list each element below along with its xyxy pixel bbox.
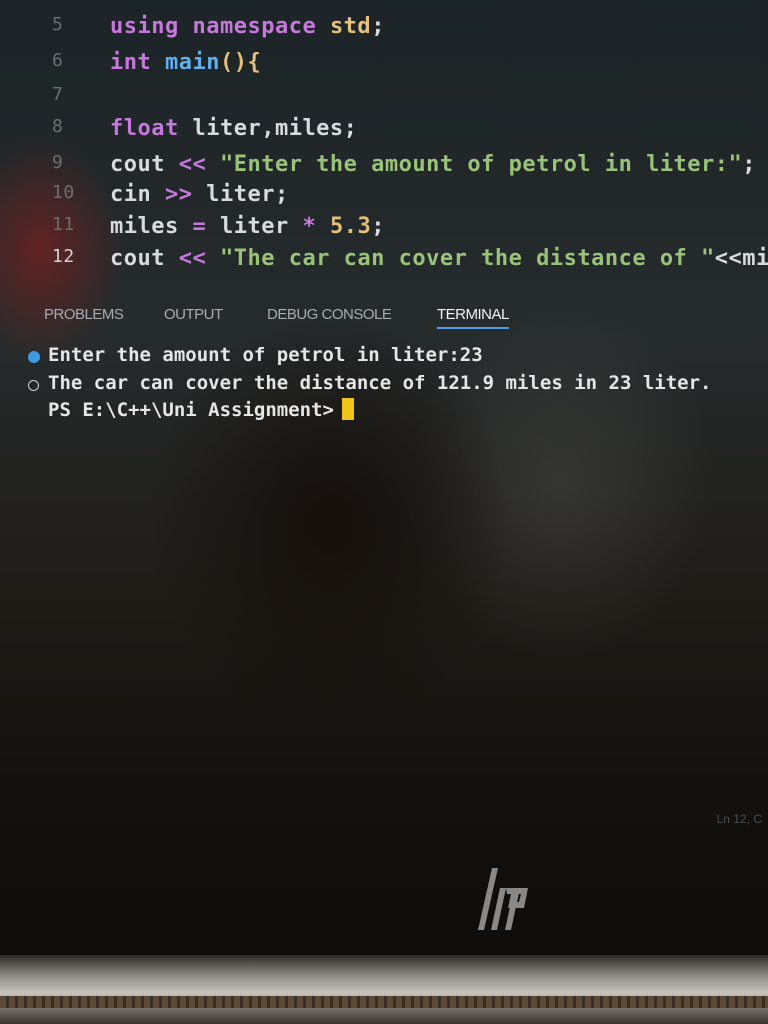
tab-output[interactable]: OUTPUT (164, 306, 223, 323)
command-success-icon (28, 351, 40, 363)
code-token: << (164, 246, 220, 271)
code-token: 5.3 (329, 214, 372, 239)
line-number: 12 (52, 246, 75, 267)
tab-debug-console[interactable]: DEBUG CONSOLE (267, 306, 392, 323)
code-text: float liter,miles; (110, 116, 357, 141)
code-token: cout (110, 246, 165, 271)
code-token: << (164, 152, 220, 177)
cursor-position-status[interactable]: Ln 12, C (717, 812, 762, 826)
line-number: 6 (52, 50, 64, 71)
code-token: "Enter the amount of petrol in liter:" (219, 152, 743, 177)
code-token: >> (151, 182, 207, 207)
line-number: 9 (52, 152, 64, 173)
line-number: 11 (52, 214, 75, 235)
terminal-cursor (341, 398, 354, 420)
code-text: int main(){ (110, 50, 261, 75)
code-token: cout (110, 152, 165, 177)
code-token: namespace (178, 14, 330, 39)
command-neutral-icon (28, 380, 39, 391)
code-token: std (329, 14, 372, 39)
code-token: <<miles< (714, 246, 768, 271)
laptop-screen: 5 using namespace std; 6 int main(){ 7 8… (0, 0, 768, 955)
code-text: cin >> liter; (110, 182, 289, 207)
code-token: liter (219, 214, 303, 239)
panel-tab-bar: PROBLEMS OUTPUT DEBUG CONSOLE TERMINAL (0, 300, 768, 336)
prompt-text: PS E:\C++\Uni Assignment> (48, 399, 334, 421)
code-token: (){ (219, 50, 262, 75)
code-token: * (302, 214, 330, 239)
code-token: main (165, 50, 220, 75)
line-number: 10 (52, 182, 75, 203)
laptop-hinge (0, 996, 768, 1008)
code-token: liter; (206, 182, 289, 207)
terminal-text: The car can cover the distance of 121.9 … (48, 372, 712, 394)
code-token: ; (371, 14, 385, 39)
code-token: float (110, 116, 179, 141)
line-number: 7 (52, 84, 64, 105)
code-token: "The car can cover the distance of " (219, 246, 715, 271)
code-text: miles = liter * 5.3; (110, 214, 385, 239)
terminal-prompt: PS E:\C++\Uni Assignment> (48, 398, 354, 421)
tab-problems[interactable]: PROBLEMS (44, 306, 124, 323)
code-token: int (110, 50, 152, 75)
code-text: cout << "The car can cover the distance … (110, 246, 768, 271)
line-number: 8 (52, 116, 64, 137)
code-token: ; (371, 214, 385, 239)
code-token: ; (742, 152, 757, 177)
laptop-bezel (0, 955, 768, 1024)
terminal-text: Enter the amount of petrol in liter:23 (48, 344, 483, 366)
code-token: cin (110, 182, 152, 207)
code-token: = (178, 214, 220, 239)
hp-logo-icon (478, 868, 528, 930)
code-token: using (110, 14, 179, 39)
line-number: 5 (52, 14, 64, 35)
code-token: liter,miles; (178, 116, 358, 141)
tab-terminal[interactable]: TERMINAL (437, 306, 509, 329)
code-token: miles (110, 214, 179, 239)
code-text: cout << "Enter the amount of petrol in l… (110, 152, 756, 177)
code-text: using namespace std; (110, 14, 385, 39)
